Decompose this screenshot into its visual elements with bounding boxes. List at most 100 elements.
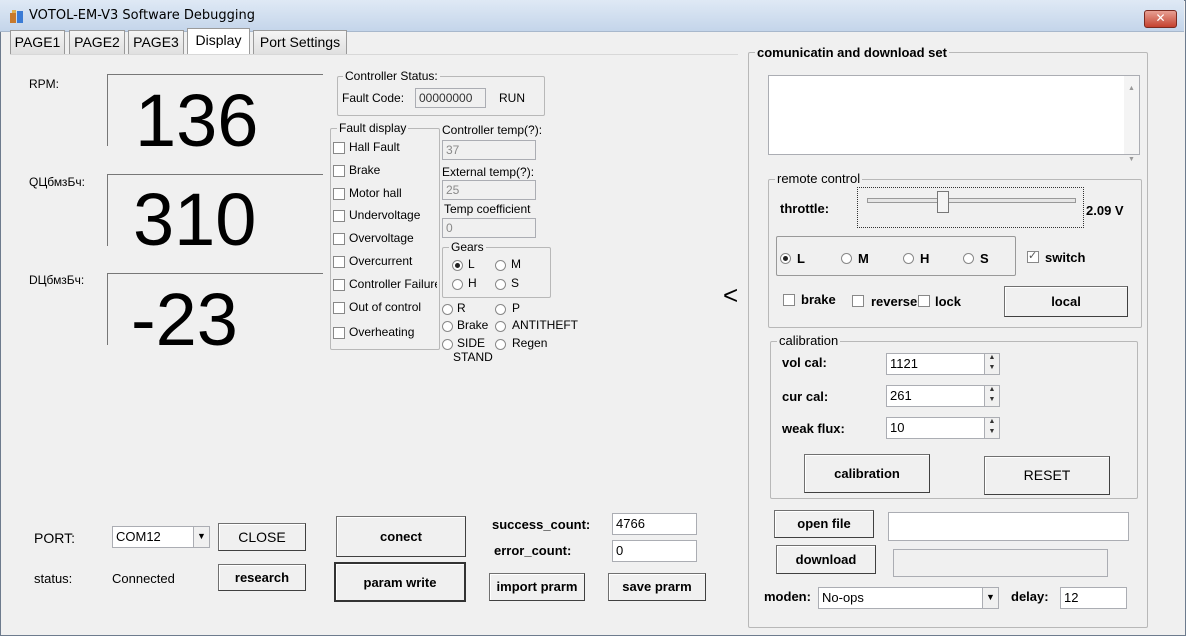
open-file-path[interactable] xyxy=(888,512,1129,541)
port-value: COM12 xyxy=(116,529,161,544)
cur-cal-value: 261 xyxy=(890,388,912,403)
local-button[interactable]: local xyxy=(1004,286,1128,317)
gear-label: L xyxy=(468,257,475,271)
save-param-button[interactable]: save prarm xyxy=(608,573,706,601)
fault-checkbox[interactable] xyxy=(333,256,345,268)
mode-radio[interactable] xyxy=(442,321,453,332)
weak-flux-value: 10 xyxy=(890,420,905,435)
delay-label: delay: xyxy=(1011,589,1049,604)
lock-checkbox[interactable] xyxy=(918,295,930,307)
tab-page2[interactable]: PAGE2 xyxy=(69,30,125,55)
tab-port-settings[interactable]: Port Settings xyxy=(253,30,347,55)
fault-label: Undervoltage xyxy=(349,208,421,222)
remote-gear-radio[interactable] xyxy=(780,253,791,264)
down-arrow-icon[interactable]: ▼ xyxy=(985,428,999,438)
remote-gear-radio[interactable] xyxy=(903,253,914,264)
side-stand-line2: STAND xyxy=(453,350,493,364)
fault-checkbox[interactable] xyxy=(333,327,345,339)
app-icon xyxy=(10,10,23,23)
log-scrollbar[interactable]: ▲ ▼ xyxy=(1124,76,1139,163)
calibration-title: calibration xyxy=(777,333,841,348)
gear-radio[interactable] xyxy=(452,260,463,271)
calibration-button[interactable]: calibration xyxy=(804,454,930,493)
d-label: DЦбмзБч: xyxy=(29,273,85,287)
mode-label: Regen xyxy=(512,336,548,350)
error-count-field: 0 xyxy=(612,540,697,562)
tab-page3[interactable]: PAGE3 xyxy=(128,30,184,55)
chevron-down-icon[interactable]: ▼ xyxy=(982,588,998,608)
cur-cal-input[interactable]: 261 ▲ ▼ xyxy=(886,385,1000,407)
fault-checkbox[interactable] xyxy=(333,302,345,314)
research-button[interactable]: research xyxy=(218,564,306,591)
fault-checkbox[interactable] xyxy=(333,188,345,200)
communication-log[interactable]: ▲ ▼ xyxy=(768,75,1140,163)
param-write-button[interactable]: param write xyxy=(334,562,466,602)
moden-select[interactable]: No-ops ▼ xyxy=(818,587,999,609)
remote-gear-label: L xyxy=(797,251,805,266)
collapse-panel-toggle[interactable]: < xyxy=(723,280,738,310)
down-arrow-icon[interactable]: ▼ xyxy=(985,396,999,406)
fault-checkbox[interactable] xyxy=(333,210,345,222)
up-arrow-icon[interactable]: ▲ xyxy=(985,386,999,396)
throttle-thumb[interactable] xyxy=(936,191,949,213)
fault-checkbox[interactable] xyxy=(333,233,345,245)
remote-gear-label: H xyxy=(920,251,930,266)
up-arrow-icon[interactable]: ▲ xyxy=(985,418,999,428)
close-window-button[interactable]: ✕ xyxy=(1144,10,1177,28)
weak-flux-label: weak flux: xyxy=(782,421,845,436)
temp-coefficient-field: 0 xyxy=(442,218,536,238)
fault-code-label: Fault Code: xyxy=(342,91,405,105)
q-frame-left xyxy=(107,174,108,246)
gear-radio[interactable] xyxy=(495,279,506,290)
tab-divider xyxy=(10,54,738,55)
q-value: 310 xyxy=(133,178,257,261)
import-param-button[interactable]: import prarm xyxy=(489,573,585,601)
tab-display[interactable]: Display xyxy=(187,28,250,55)
mode-radio[interactable] xyxy=(495,339,506,350)
close-port-button[interactable]: CLOSE xyxy=(218,523,306,551)
up-arrow-icon[interactable]: ▲ xyxy=(985,354,999,364)
reverse-label: reverse xyxy=(871,294,917,309)
throttle-slider[interactable] xyxy=(857,187,1084,228)
chevron-down-icon[interactable]: ▼ xyxy=(193,527,209,547)
tab-page1[interactable]: PAGE1 xyxy=(10,30,65,55)
fault-checkbox[interactable] xyxy=(333,279,345,291)
weak-flux-stepper[interactable]: ▲ ▼ xyxy=(984,418,999,438)
down-arrow-icon[interactable]: ▼ xyxy=(985,364,999,374)
cur-cal-stepper[interactable]: ▲ ▼ xyxy=(984,386,999,406)
vol-cal-stepper[interactable]: ▲ ▼ xyxy=(984,354,999,374)
gear-label: S xyxy=(511,276,520,290)
success-count-label: success_count: xyxy=(492,517,591,532)
delay-input[interactable]: 12 xyxy=(1060,587,1127,609)
remote-gear-radio[interactable] xyxy=(841,253,852,264)
gear-radio[interactable] xyxy=(495,260,506,271)
rpm-frame-top xyxy=(107,74,323,75)
temp-coefficient-label: Temp coefficient xyxy=(444,202,531,216)
mode-radio[interactable] xyxy=(442,339,453,350)
switch-checkbox[interactable] xyxy=(1027,249,1039,263)
reverse-checkbox[interactable] xyxy=(852,295,864,307)
external-temp-label: External temp(?): xyxy=(442,165,535,179)
download-button[interactable]: download xyxy=(776,545,876,574)
fault-checkbox[interactable] xyxy=(333,142,345,154)
vol-cal-value: 1121 xyxy=(890,356,918,371)
remote-gear-radio[interactable] xyxy=(963,253,974,264)
connect-button[interactable]: conect xyxy=(336,516,466,557)
status-value: Connected xyxy=(112,571,175,586)
mode-radio[interactable] xyxy=(495,304,506,315)
brake-checkbox[interactable] xyxy=(783,294,795,306)
mode-radio[interactable] xyxy=(495,321,506,332)
fault-label: Motor hall xyxy=(349,186,402,200)
reset-button[interactable]: RESET xyxy=(984,456,1110,495)
gear-radio[interactable] xyxy=(452,279,463,290)
port-select[interactable]: COM12 ▼ xyxy=(112,526,210,548)
d-frame-left xyxy=(107,273,108,345)
fault-checkbox[interactable] xyxy=(333,165,345,177)
rpm-label: RPM: xyxy=(29,77,59,91)
rpm-value: 136 xyxy=(135,79,259,162)
open-file-button[interactable]: open file xyxy=(774,510,874,538)
vol-cal-input[interactable]: 1121 ▲ ▼ xyxy=(886,353,1000,375)
mode-radio[interactable] xyxy=(442,304,453,315)
weak-flux-input[interactable]: 10 ▲ ▼ xyxy=(886,417,1000,439)
error-count-label: error_count: xyxy=(494,543,572,558)
